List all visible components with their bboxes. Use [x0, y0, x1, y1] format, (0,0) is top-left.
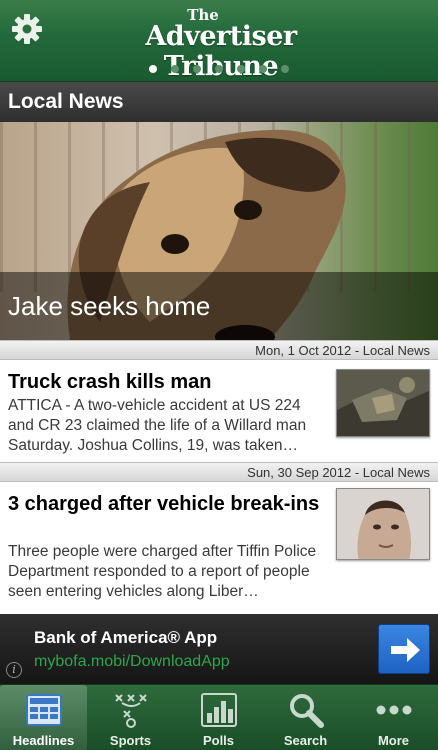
tab-label: Search [283, 733, 328, 748]
article-date-line: Mon, 1 Oct 2012 - Local News [0, 340, 438, 360]
tab-label: Sports [109, 733, 152, 748]
tab-polls[interactable]: Polls [175, 685, 262, 750]
section-title: Local News [0, 82, 438, 122]
page-dot[interactable] [193, 65, 201, 73]
tab-headlines[interactable]: Headlines [0, 685, 87, 750]
tab-bar: Headlines Sports Polls Search More [0, 684, 438, 750]
ad-title: Bank of America® App [34, 628, 218, 647]
article-item[interactable]: Truck crash kills man ATTICA - A two-veh… [0, 361, 438, 463]
page-dot[interactable] [259, 65, 267, 73]
settings-button[interactable] [10, 12, 44, 46]
masthead-name: Advertiser Tribune [145, 21, 297, 82]
article-thumbnail [336, 488, 430, 560]
page-dot[interactable] [171, 65, 179, 73]
tab-label: Headlines [12, 733, 75, 748]
article-title: Truck crash kills man [8, 371, 212, 393]
tab-label: More [377, 733, 410, 748]
ad-url[interactable]: mybofa.mobi/DownloadApp [34, 653, 230, 671]
ad-banner[interactable]: Bank of America® App mybofa.mobi/Downloa… [0, 614, 438, 684]
featured-story[interactable]: Jake seeks home [0, 122, 438, 340]
article-date-line: Sun, 30 Sep 2012 - Local News [0, 462, 438, 482]
article-summary: ATTICA - A two-vehicle accident at US 22… [8, 397, 307, 454]
tab-search[interactable]: Search [262, 685, 349, 750]
tab-label: Polls [202, 733, 235, 748]
tab-sports[interactable]: Sports [87, 685, 174, 750]
hero-caption: Jake seeks home [0, 272, 438, 340]
masthead-the: The [187, 6, 219, 24]
tab-more[interactable]: More [350, 685, 437, 750]
bar-chart-icon [201, 693, 237, 727]
more-dots-icon [376, 705, 412, 715]
playbook-icon [115, 694, 147, 728]
page-dot[interactable] [281, 65, 289, 73]
app-header: The Advertiser Tribune [0, 0, 438, 82]
page-dot[interactable] [237, 65, 245, 73]
article-item[interactable]: 3 charged after vehicle break-ins Three … [0, 483, 438, 611]
search-icon [290, 694, 324, 728]
arrow-right-icon [391, 638, 420, 662]
article-thumbnail [336, 369, 430, 437]
article-title: 3 charged after vehicle break-ins [8, 493, 320, 515]
page-indicator[interactable] [0, 65, 438, 73]
page-dot[interactable] [215, 65, 223, 73]
article-summary: Three people were charged after Tiffin P… [8, 543, 317, 600]
ad-open-button[interactable] [378, 624, 430, 674]
page-dot[interactable] [149, 65, 157, 73]
gear-icon [12, 14, 42, 44]
newspaper-icon [26, 694, 62, 726]
ad-info-icon[interactable]: i [6, 662, 22, 678]
